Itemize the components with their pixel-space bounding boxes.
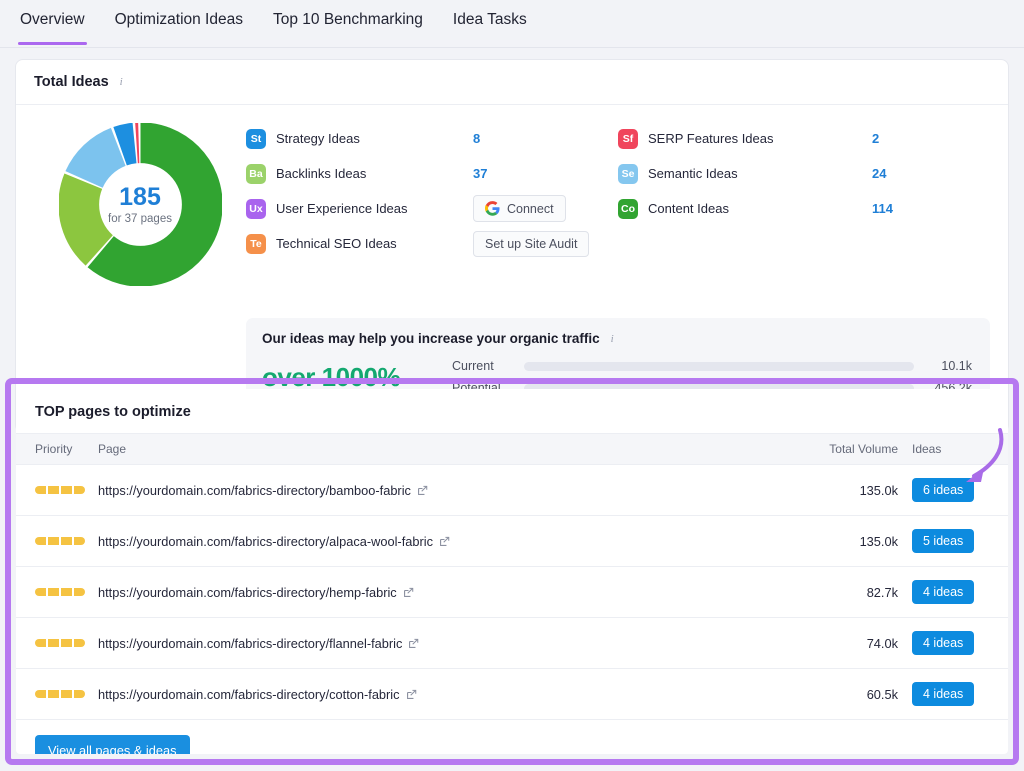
tab-optimization-ideas-label: Optimization Ideas — [114, 11, 243, 28]
legend-item-co: Co Content Ideas 114 — [618, 191, 990, 226]
category-badge-sf-icon: Sf — [618, 128, 638, 149]
donut-total-value: 185 — [119, 183, 161, 212]
category-badge-ba-icon: Ba — [246, 163, 266, 184]
legend-item-value: 2 — [872, 131, 880, 146]
legend-item-value: 24 — [872, 166, 887, 181]
organic-traffic-title: Our ideas may help you increase your org… — [262, 331, 600, 346]
connect-button[interactable]: Connect — [473, 195, 566, 222]
highlight-annotation-box — [5, 378, 1019, 765]
tab-idea-tasks-label: Idea Tasks — [452, 11, 527, 28]
legend-item-label: Backlinks Ideas — [276, 166, 367, 181]
total-ideas-card: Total Ideas i 185 for 37 pages St Strateg… — [15, 59, 1009, 433]
legend-item-label: Content Ideas — [648, 201, 729, 216]
legend-item-te: Te Technical SEO Ideas Set up Site Audit — [246, 226, 618, 261]
info-icon[interactable]: i — [607, 332, 618, 345]
total-ideas-body: 185 for 37 pages St Strategy Ideas 8 Ba Back… — [16, 105, 1008, 304]
legend-item-st: St Strategy Ideas 8 — [246, 121, 618, 156]
tab-top-10-benchmarking[interactable]: Top 10 Benchmarking — [271, 0, 425, 28]
donut-subtitle: for 37 pages — [108, 212, 172, 225]
legend-column-right: Sf SERP Features Ideas 2 Se Semantic Ideas 24… — [618, 121, 990, 261]
legend-item-action: Set up Site Audit — [473, 230, 618, 257]
donut-center-label: 185 for 37 pages — [59, 123, 222, 286]
legend-item-label: User Experience Ideas — [276, 201, 408, 216]
category-badge-ux-icon: Ux — [246, 198, 266, 219]
tab-overview-label: Overview — [20, 11, 85, 28]
page-title: Total Ideas — [34, 74, 109, 90]
tab-overview[interactable]: Overview — [18, 0, 87, 45]
legend-item-value: 114 — [872, 201, 893, 216]
legend-item-action: Connect — [473, 195, 618, 222]
traffic-bar-label: Current — [452, 359, 494, 373]
total-ideas-header: Total Ideas i — [16, 60, 1008, 105]
button-label: Set up Site Audit — [485, 236, 578, 251]
legend-item-label: SERP Features Ideas — [648, 131, 774, 146]
legend-item-value: 37 — [473, 166, 488, 181]
button-label: Connect — [507, 201, 554, 216]
legend-item-value: 8 — [473, 131, 481, 146]
donut-chart: 185 for 37 pages — [58, 123, 222, 286]
legend-item-label: Semantic Ideas — [648, 166, 738, 181]
category-badge-co-icon: Co — [618, 198, 638, 219]
tab-optimization-ideas[interactable]: Optimization Ideas — [113, 0, 245, 28]
tab-bar: Overview Optimization Ideas Top 10 Bench… — [0, 0, 1024, 48]
organic-traffic-header: Our ideas may help you increase your org… — [262, 331, 972, 346]
legend-item-sf: Sf SERP Features Ideas 2 — [618, 121, 990, 156]
legend-item-ba: Ba Backlinks Ideas 37 — [246, 156, 618, 191]
legend-column-left: St Strategy Ideas 8 Ba Backlinks Ideas 37 Ux Us… — [246, 121, 618, 261]
set-up-site-audit-button[interactable]: Set up Site Audit — [473, 230, 590, 257]
legend-item-ux: Ux User Experience Ideas Connect — [246, 191, 618, 226]
tab-active-underline — [18, 41, 87, 45]
donut-chart-wrapper: 185 for 37 pages — [34, 119, 246, 286]
legend-item-label: Strategy Ideas — [276, 131, 360, 146]
category-badge-se-icon: Se — [618, 163, 638, 184]
info-icon[interactable]: i — [116, 76, 127, 89]
traffic-bar-current: Current 10.1k — [452, 355, 972, 377]
tab-idea-tasks[interactable]: Idea Tasks — [451, 0, 529, 28]
traffic-bar-value: 10.1k — [941, 359, 972, 373]
category-badge-st-icon: St — [246, 128, 266, 149]
tab-top-10-benchmarking-label: Top 10 Benchmarking — [272, 11, 423, 28]
google-g-icon — [485, 201, 500, 216]
traffic-bar-track — [524, 361, 914, 371]
ideas-legend: St Strategy Ideas 8 Ba Backlinks Ideas 37 Ux Us… — [246, 119, 990, 286]
legend-item-label: Technical SEO Ideas — [276, 236, 397, 251]
legend-item-se: Se Semantic Ideas 24 — [618, 156, 990, 191]
category-badge-te-icon: Te — [246, 233, 266, 254]
